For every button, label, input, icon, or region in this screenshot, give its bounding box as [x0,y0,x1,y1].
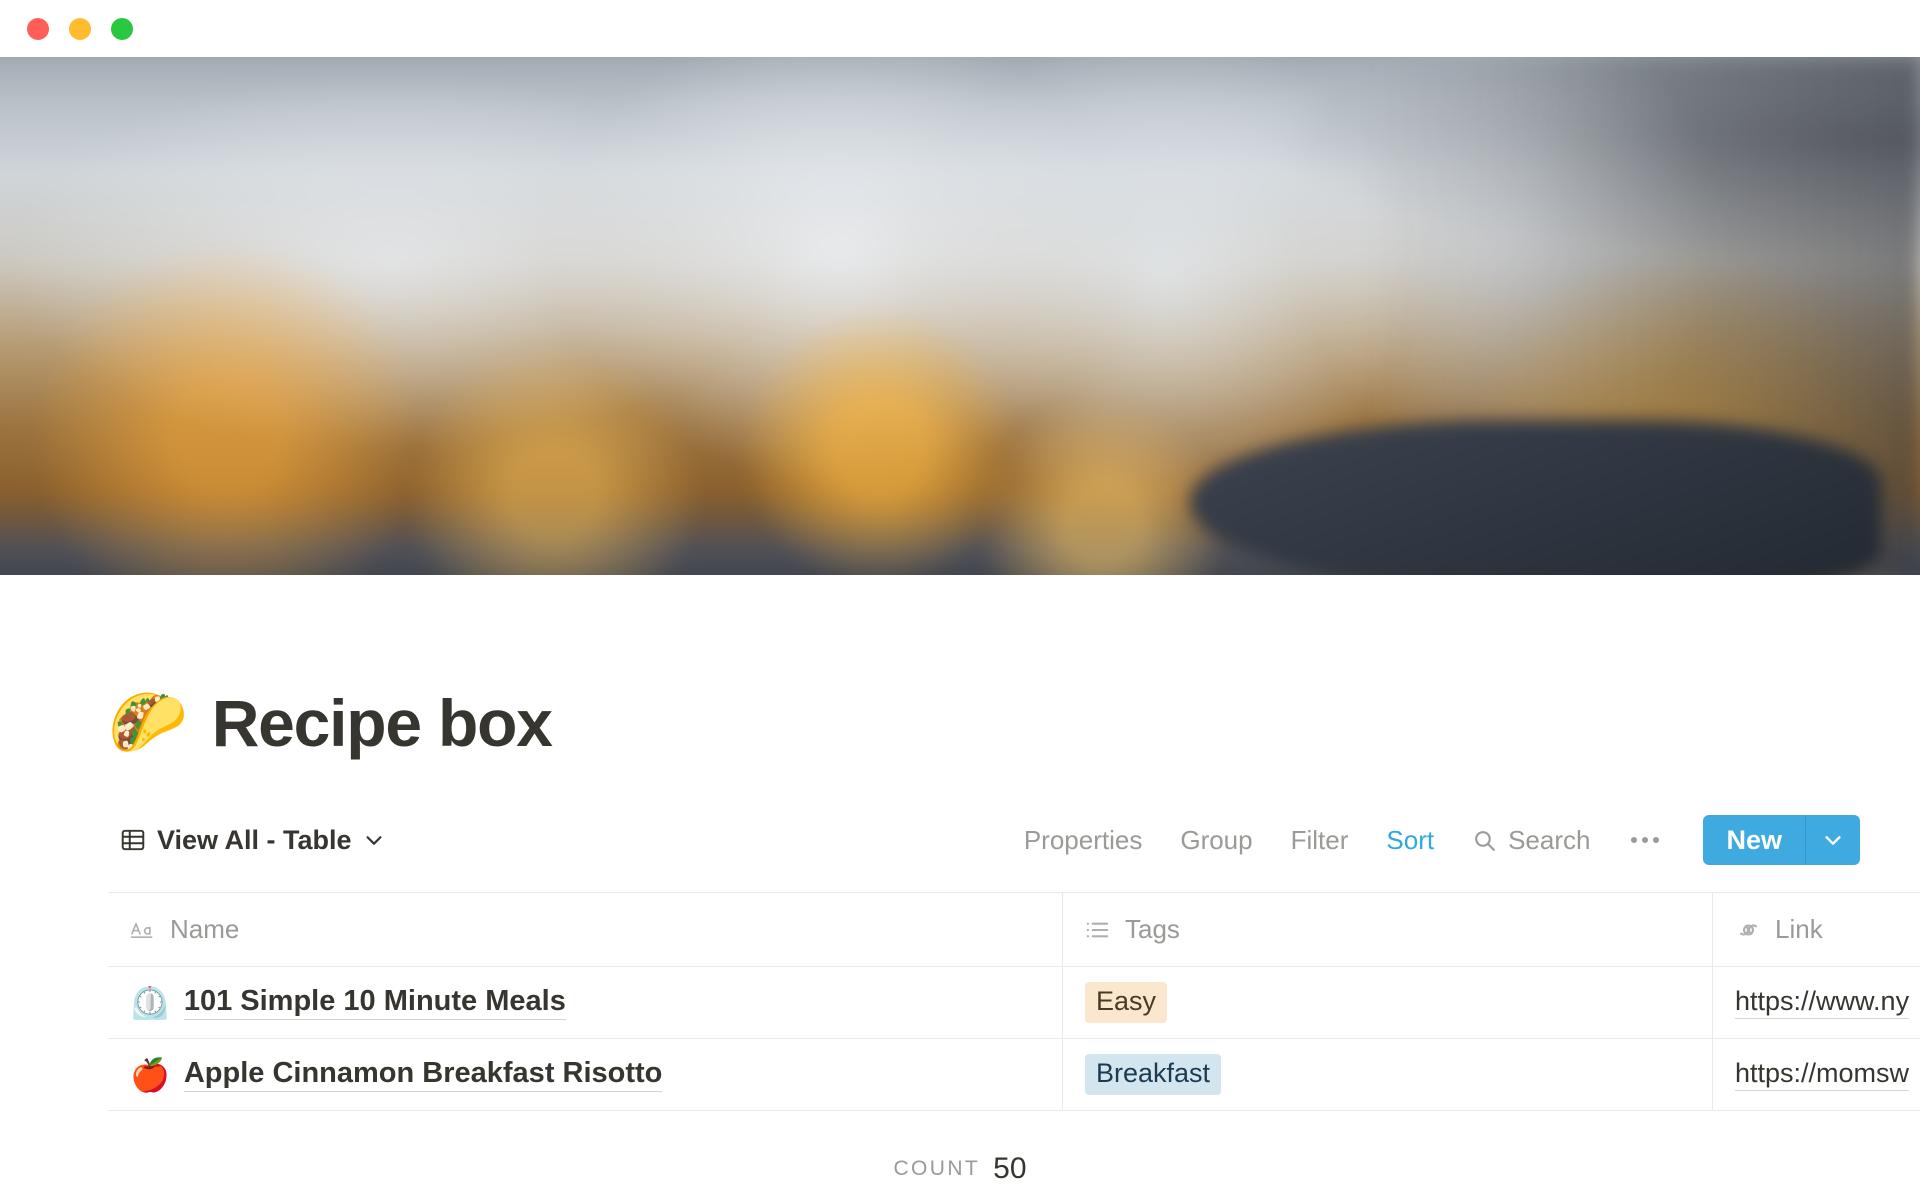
url-icon [1735,918,1762,942]
row-title-link[interactable]: Apple Cinnamon Breakfast Risotto [183,1057,663,1092]
more-options-icon[interactable] [1609,837,1681,843]
link-url[interactable]: https://www.ny [1735,986,1910,1019]
column-header-link[interactable]: Link [1713,893,1920,966]
column-header-label: Tags [1125,914,1180,944]
traffic-lights [0,17,133,40]
window-titlebar [0,0,1920,57]
database-toolbar: View All - Table Properties Group Filter… [0,814,1920,866]
table-count-footer: Count 50 [0,1152,1920,1186]
tag-pill[interactable]: Breakfast [1085,1054,1222,1095]
page-body: 🌮 Recipe box View All - Table Properties… [0,575,1920,1186]
search-icon [1472,828,1497,853]
chevron-down-icon [1822,829,1844,851]
column-header-tags[interactable]: Tags [1063,893,1713,966]
view-name-label: View All - Table [157,824,352,855]
view-selector[interactable]: View All - Table [120,825,385,856]
page-cover-image[interactable] [0,57,1920,575]
search-button[interactable]: Search [1453,825,1609,856]
page-title: 🌮 Recipe box [0,575,1920,761]
app-window: 🌮 Recipe box View All - Table Properties… [0,0,1920,1200]
table-row-partial [108,1110,1920,1120]
tag-pill[interactable]: Easy [1085,982,1168,1023]
text-icon [130,918,157,942]
cover-napkin [1190,419,1882,575]
new-button-dropdown[interactable] [1806,815,1860,865]
count-value: 50 [993,1152,1027,1185]
table-row[interactable]: 🍎 Apple Cinnamon Breakfast Risotto Break… [108,1038,1920,1110]
minimize-window-button[interactable] [69,17,91,40]
toolbar-actions: Properties Group Filter Sort Search New [1005,815,1860,865]
count-label: Count [893,1157,981,1180]
sort-button[interactable]: Sort [1367,825,1453,856]
page-title-text[interactable]: Recipe box [212,685,553,761]
link-url[interactable]: https://momsw [1735,1058,1910,1091]
multi-select-icon [1085,918,1112,942]
new-button[interactable]: New [1703,815,1805,865]
chevron-down-icon [363,829,385,851]
cell-name[interactable]: ⏲️ 101 Simple 10 Minute Meals [108,967,1063,1038]
cell-tags[interactable]: Breakfast [1063,1039,1713,1110]
maximize-window-button[interactable] [111,17,133,40]
column-header-name[interactable]: Name [108,893,1063,966]
table-row[interactable]: ⏲️ 101 Simple 10 Minute Meals Easy https… [108,966,1920,1038]
column-header-label: Name [170,914,240,944]
filter-button[interactable]: Filter [1272,825,1368,856]
row-emoji-apple-icon: 🍎 [130,1055,170,1094]
close-window-button[interactable] [27,17,49,40]
table-icon [120,827,146,853]
cell-link[interactable]: https://www.ny [1713,967,1920,1038]
search-label: Search [1508,824,1591,855]
table-header-row: Name Tags Link [108,892,1920,966]
row-title-link[interactable]: 101 Simple 10 Minute Meals [183,985,566,1020]
page-icon-taco-icon[interactable]: 🌮 [108,691,188,755]
properties-button[interactable]: Properties [1005,825,1162,856]
row-emoji-timer-icon: ⏲️ [130,983,170,1022]
group-button[interactable]: Group [1161,825,1271,856]
column-header-label: Link [1775,914,1823,944]
cell-tags[interactable]: Easy [1063,967,1713,1038]
new-button-group: New [1703,815,1860,865]
cell-name[interactable]: 🍎 Apple Cinnamon Breakfast Risotto [108,1039,1063,1110]
cell-link[interactable]: https://momsw [1713,1039,1920,1110]
database-table: Name Tags Link ⏲️ 101 Simple 10 Minute M… [0,892,1920,1120]
